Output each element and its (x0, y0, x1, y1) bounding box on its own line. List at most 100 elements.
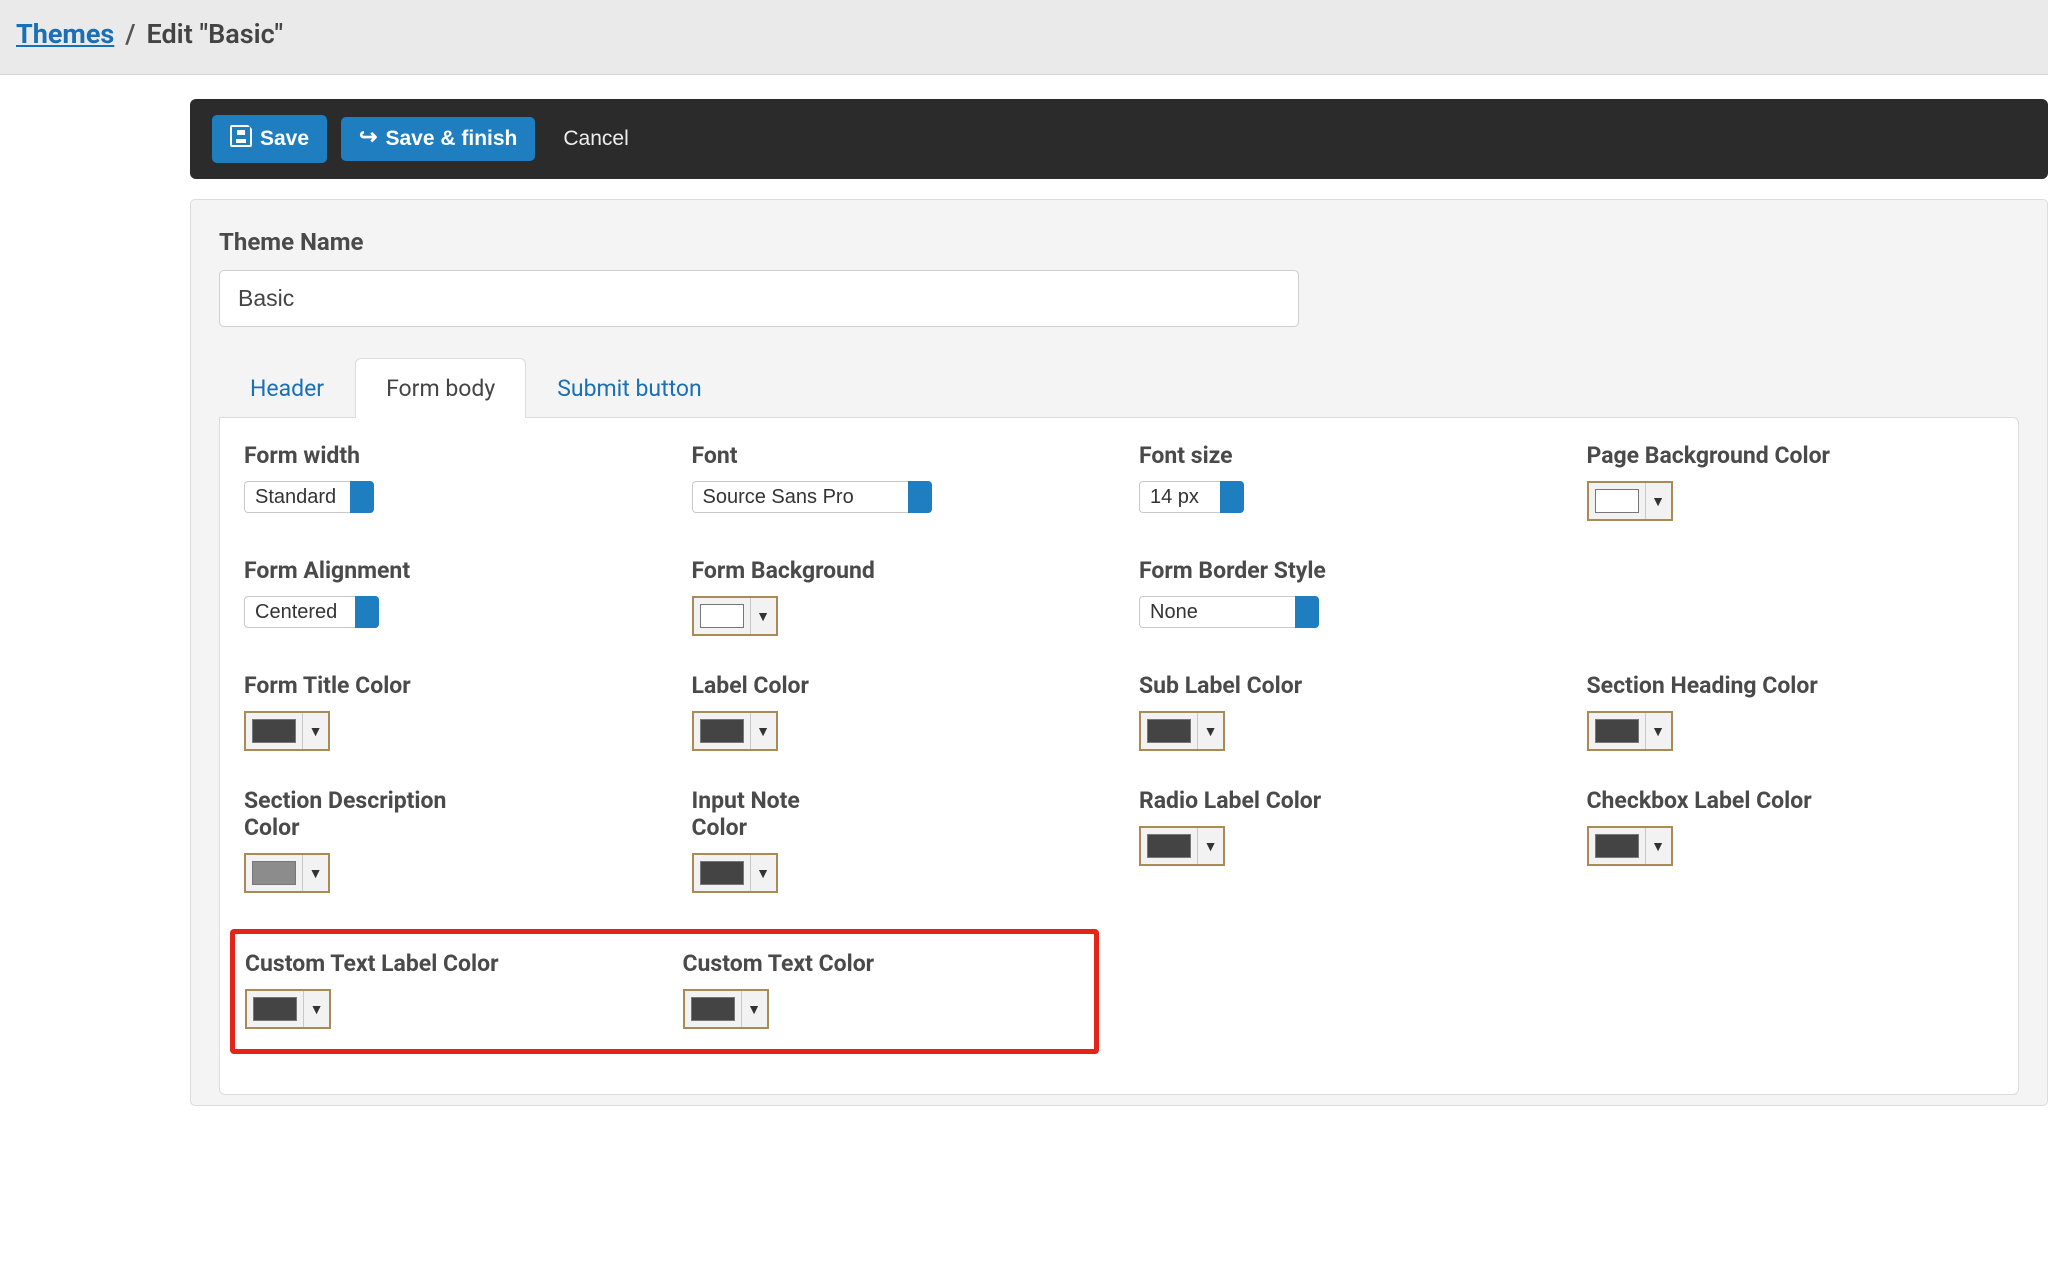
chevron-down-icon: ▼ (750, 855, 776, 891)
custom-text-color-label: Custom Text Color (683, 950, 943, 977)
field-radio-label-color: Radio Label Color ▼ (1139, 787, 1547, 893)
label-color-swatch (700, 719, 744, 743)
page-bg-color-picker[interactable]: ▼ (1587, 481, 1673, 521)
chevron-down-icon: ▼ (750, 713, 776, 749)
chevron-down-icon: ▼ (1197, 828, 1223, 864)
form-title-color-swatch (252, 719, 296, 743)
tab-form-body[interactable]: Form body (355, 358, 526, 418)
empty-cell (1587, 557, 1995, 636)
save-button-label: Save (260, 127, 309, 151)
field-section-heading-color: Section Heading Color ▼ (1587, 672, 1995, 751)
theme-name-label: Theme Name (219, 228, 2019, 256)
breadcrumb-separator: / (119, 18, 141, 50)
section-description-color-picker[interactable]: ▼ (244, 853, 330, 893)
chevron-down-icon: ▼ (1645, 828, 1671, 864)
cancel-button[interactable]: Cancel (549, 117, 646, 161)
chevron-down-icon: ▼ (750, 598, 776, 634)
sub-label-color-swatch (1147, 719, 1191, 743)
field-font: Font Source Sans Pro (692, 442, 1100, 521)
sub-label-color-label: Sub Label Color (1139, 672, 1399, 699)
radio-label-color-picker[interactable]: ▼ (1139, 826, 1225, 866)
save-finish-button-label: Save & finish (385, 127, 517, 151)
theme-name-input[interactable] (219, 270, 1299, 327)
form-border-style-label: Form Border Style (1139, 557, 1399, 584)
font-label: Font (692, 442, 952, 469)
field-custom-text-label-color: Custom Text Label Color ▼ (245, 950, 643, 1029)
font-size-select[interactable]: 14 px (1139, 481, 1244, 513)
font-select[interactable]: Source Sans Pro (692, 481, 932, 513)
cancel-button-label: Cancel (563, 127, 628, 151)
highlight-annotation: Custom Text Label Color ▼ Custom Text Co… (230, 929, 1099, 1054)
sub-label-color-picker[interactable]: ▼ (1139, 711, 1225, 751)
font-size-select-wrap: 14 px (1139, 481, 1244, 513)
input-note-color-picker[interactable]: ▼ (692, 853, 778, 893)
breadcrumb: Themes / Edit "Basic" (0, 0, 2048, 75)
chevron-down-icon: ▼ (302, 713, 328, 749)
chevron-down-icon: ▼ (1645, 483, 1671, 519)
radio-label-color-swatch (1147, 834, 1191, 858)
field-input-note-color: Input Note Color ▼ (692, 787, 1100, 893)
label-color-label: Label Color (692, 672, 952, 699)
field-form-border-style: Form Border Style None (1139, 557, 1547, 636)
form-alignment-select[interactable]: Centered (244, 596, 379, 628)
section-description-color-label: Section Description Color (244, 787, 504, 841)
save-button[interactable]: Save (212, 115, 327, 163)
chevron-down-icon: ▼ (741, 991, 767, 1027)
checkbox-label-color-picker[interactable]: ▼ (1587, 826, 1673, 866)
radio-label-color-label: Radio Label Color (1139, 787, 1399, 814)
form-title-color-label: Form Title Color (244, 672, 504, 699)
section-description-color-swatch (252, 861, 296, 885)
custom-text-label-color-picker[interactable]: ▼ (245, 989, 331, 1029)
form-alignment-select-wrap: Centered (244, 596, 379, 628)
field-form-alignment: Form Alignment Centered (244, 557, 652, 636)
section-heading-color-label: Section Heading Color (1587, 672, 1847, 699)
tab-header[interactable]: Header (219, 358, 355, 418)
form-width-select-wrap: Standard (244, 481, 374, 513)
tab-submit-button[interactable]: Submit button (526, 358, 732, 418)
input-note-color-label: Input Note Color (692, 787, 832, 841)
field-page-bg-color: Page Background Color ▼ (1587, 442, 1995, 521)
checkbox-label-color-swatch (1595, 834, 1639, 858)
label-color-picker[interactable]: ▼ (692, 711, 778, 751)
form-border-style-select[interactable]: None (1139, 596, 1319, 628)
return-icon (359, 127, 377, 151)
form-body-pane: Form width Standard Font Source Sa (219, 417, 2019, 1095)
chevron-down-icon: ▼ (1197, 713, 1223, 749)
form-background-color-picker[interactable]: ▼ (692, 596, 778, 636)
form-width-label: Form width (244, 442, 504, 469)
chevron-down-icon: ▼ (1645, 713, 1671, 749)
field-form-title-color: Form Title Color ▼ (244, 672, 652, 751)
form-background-swatch (700, 604, 744, 628)
checkbox-label-color-label: Checkbox Label Color (1587, 787, 1847, 814)
form-title-color-picker[interactable]: ▼ (244, 711, 330, 751)
custom-text-color-picker[interactable]: ▼ (683, 989, 769, 1029)
form-width-select[interactable]: Standard (244, 481, 374, 513)
custom-text-label-color-swatch (253, 997, 297, 1021)
breadcrumb-current: Edit "Basic" (147, 18, 284, 50)
form-border-style-select-wrap: None (1139, 596, 1319, 628)
section-heading-color-picker[interactable]: ▼ (1587, 711, 1673, 751)
theme-editor-panel: Theme Name Header Form body Submit butto… (190, 199, 2048, 1106)
font-size-label: Font size (1139, 442, 1399, 469)
field-custom-text-color: Custom Text Color ▼ (683, 950, 1081, 1029)
save-finish-button[interactable]: Save & finish (341, 117, 535, 161)
save-icon (230, 125, 252, 153)
form-background-label: Form Background (692, 557, 952, 584)
chevron-down-icon: ▼ (303, 991, 329, 1027)
input-note-color-swatch (700, 861, 744, 885)
page-bg-color-swatch (1595, 489, 1639, 513)
field-form-width: Form width Standard (244, 442, 652, 521)
action-toolbar: Save Save & finish Cancel (190, 99, 2048, 179)
field-checkbox-label-color: Checkbox Label Color ▼ (1587, 787, 1995, 893)
field-font-size: Font size 14 px (1139, 442, 1547, 521)
form-alignment-label: Form Alignment (244, 557, 504, 584)
breadcrumb-root-link[interactable]: Themes (16, 18, 114, 50)
custom-text-label-color-label: Custom Text Label Color (245, 950, 505, 977)
field-section-description-color: Section Description Color ▼ (244, 787, 652, 893)
tab-bar: Header Form body Submit button (219, 357, 2019, 417)
page-bg-color-label: Page Background Color (1587, 442, 1847, 469)
field-form-background: Form Background ▼ (692, 557, 1100, 636)
font-select-wrap: Source Sans Pro (692, 481, 932, 513)
custom-text-color-swatch (691, 997, 735, 1021)
chevron-down-icon: ▼ (302, 855, 328, 891)
